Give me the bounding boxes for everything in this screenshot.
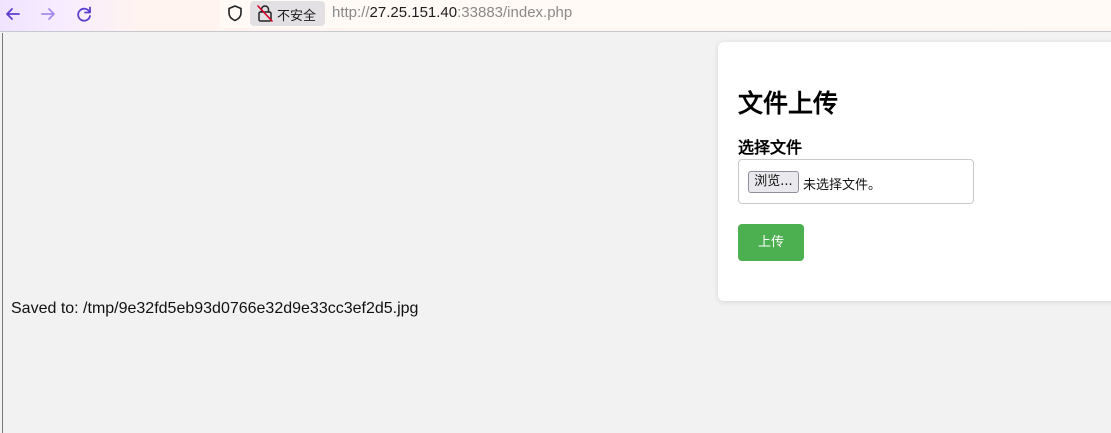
site-security-indicator[interactable]: 不安全 <box>250 1 325 26</box>
url-text[interactable]: http://27.25.151.40:33883/index.php <box>332 4 572 21</box>
url-path: :33883/index.php <box>457 4 573 21</box>
url-host: 27.25.151.40 <box>369 4 458 21</box>
shield-icon <box>228 5 242 22</box>
url-scheme: http:// <box>332 4 370 21</box>
file-status-text: 未选择文件。 <box>803 178 882 193</box>
forward-button[interactable] <box>37 3 59 25</box>
browser-toolbar: 不安全 http://27.25.151.40:33883/index.php <box>0 0 1111 32</box>
upload-card: 文件上传 选择文件 浏览... 未选择文件。 上传 <box>718 42 1111 301</box>
reload-button[interactable] <box>73 3 95 25</box>
saved-path-message: Saved to: /tmp/9e32fd5eb93d0766e32d9e33c… <box>11 300 419 317</box>
upload-button[interactable]: 上传 <box>738 224 804 261</box>
file-input[interactable]: 浏览... 未选择文件。 <box>738 159 974 204</box>
insecure-lock-icon <box>256 4 274 23</box>
security-label: 不安全 <box>277 9 317 24</box>
page-title: 文件上传 <box>738 89 839 118</box>
file-field-label: 选择文件 <box>738 138 803 157</box>
tracking-protection-icon[interactable] <box>225 3 245 23</box>
arrow-right-icon <box>41 8 55 20</box>
viewport-border <box>2 33 3 433</box>
reload-icon <box>77 6 91 22</box>
arrow-left-icon <box>6 8 20 20</box>
back-button[interactable] <box>2 3 24 25</box>
browse-button[interactable]: 浏览... <box>748 171 799 193</box>
